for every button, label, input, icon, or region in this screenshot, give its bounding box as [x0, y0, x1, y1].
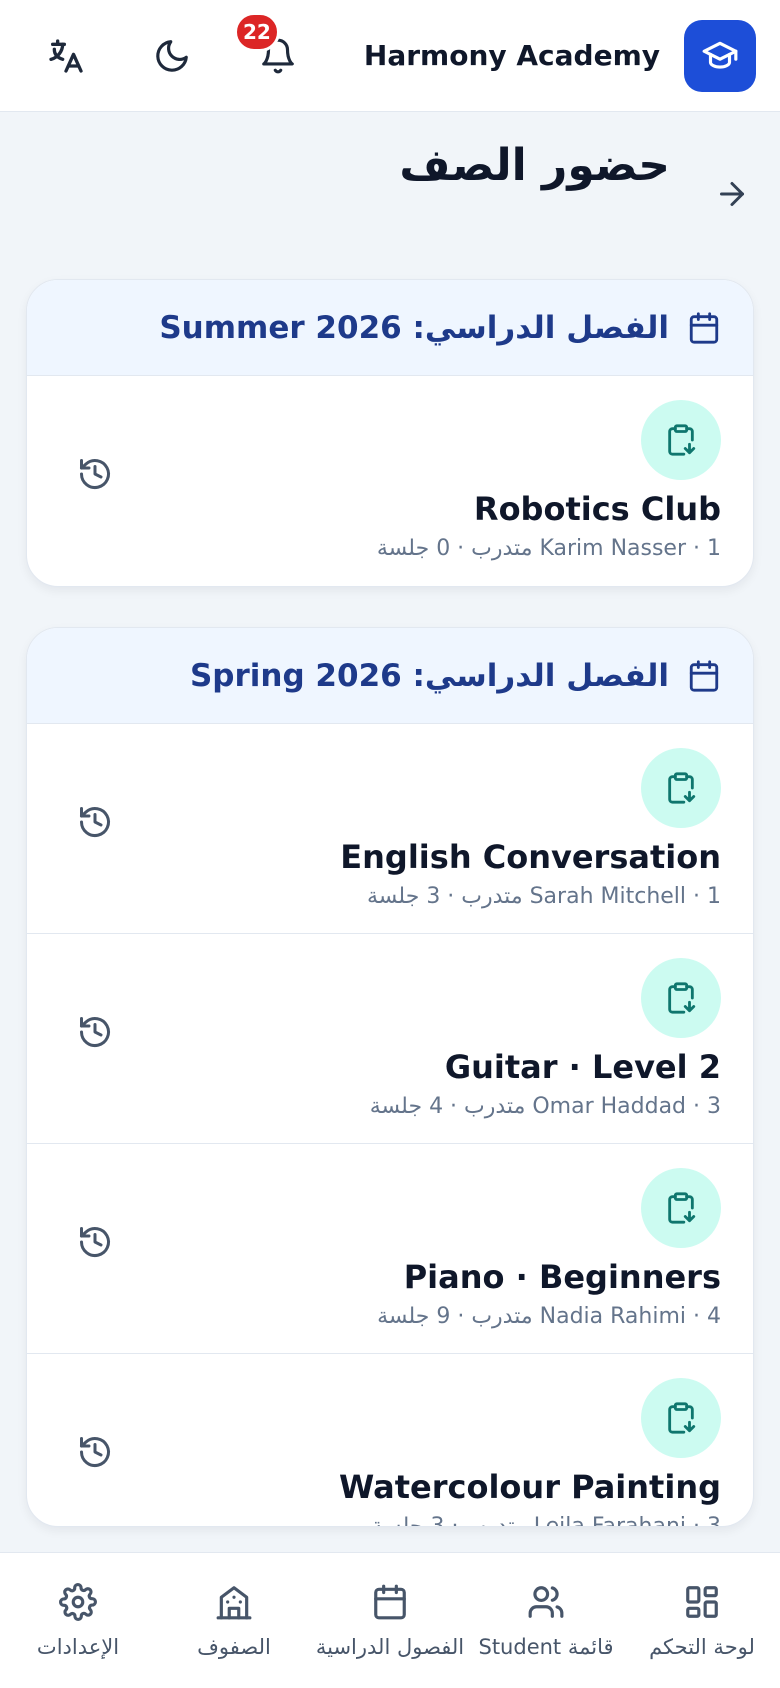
brand-name: Harmony Academy — [363, 39, 660, 72]
class-meta: Karim Nasser · 1 متدرب · 0 جلسة — [376, 536, 721, 561]
calendar-icon — [374, 1584, 406, 1620]
history-icon — [80, 807, 110, 838]
class-row[interactable]: Robotics Club Karim Nasser · 1 متدرب · 0… — [27, 376, 753, 586]
term-header: الفصل الدراسي: Summer 2026 — [27, 280, 753, 376]
calendar-icon — [689, 659, 719, 692]
page-title-row: حضور الصف — [24, 140, 744, 206]
class-row[interactable]: Piano · Beginners Nadia Rahimi · 4 متدرب… — [27, 1144, 753, 1354]
clipboard-icon — [641, 400, 721, 480]
nav-item-dashboard[interactable]: لوحة التحكم — [624, 1583, 780, 1659]
notification-badge: 22 — [234, 11, 280, 52]
clipboard-icon — [641, 748, 721, 828]
nav-label: الصفوف — [197, 1635, 271, 1659]
clipboard-icon — [641, 1378, 721, 1458]
nav-item-settings[interactable]: الإعدادات — [0, 1583, 156, 1659]
theme-toggle-button[interactable] — [146, 30, 198, 82]
arrow-right-icon — [720, 182, 744, 206]
nav-label: الإعدادات — [36, 1635, 120, 1659]
term-header: الفصل الدراسي: Spring 2026 — [27, 628, 753, 724]
notifications-button[interactable]: 22 — [234, 11, 304, 82]
class-meta: Sarah Mitchell · 1 متدرب · 3 جلسة — [367, 884, 721, 909]
nav-label: قائمة Student — [478, 1635, 614, 1659]
class-row[interactable]: English Conversation Sarah Mitchell · 1 … — [27, 724, 753, 934]
class-row[interactable]: Watercolour Painting Leila Farahani · 3 … — [27, 1354, 753, 1527]
nav-label: لوحة التحكم — [649, 1635, 755, 1659]
clipboard-icon — [641, 1168, 721, 1248]
calendar-icon — [689, 311, 719, 344]
history-button[interactable] — [69, 1224, 113, 1268]
nav-item-terms[interactable]: الفصول الدراسية — [312, 1583, 468, 1659]
class-meta: Omar Haddad · 3 متدرب · 4 جلسة — [369, 1094, 721, 1119]
history-button[interactable] — [69, 1014, 113, 1058]
term-card-summer: الفصل الدراسي: Summer 2026 Robotics Club… — [26, 279, 754, 587]
clipboard-icon — [641, 958, 721, 1038]
class-name: Piano · Beginners — [403, 1258, 721, 1296]
history-icon — [80, 459, 110, 490]
class-name: Guitar · Level 2 — [444, 1048, 721, 1086]
page-title: حضور الصف — [399, 140, 670, 191]
brand[interactable]: Harmony Academy — [363, 19, 756, 92]
nav-label: الفصول الدراسية — [315, 1635, 465, 1659]
class-name: Watercolour Painting — [338, 1468, 721, 1506]
graduation-cap-icon — [684, 19, 756, 92]
history-button[interactable] — [69, 456, 113, 500]
gear-icon — [59, 1583, 97, 1621]
term-title: الفصل الدراسي: Summer 2026 — [159, 309, 669, 346]
class-meta: Nadia Rahimi · 4 متدرب · 9 جلسة — [377, 1304, 721, 1329]
bottom-nav: لوحة التحكم قائمة Student الفصول الدراسي… — [0, 1552, 780, 1688]
users-icon — [528, 1586, 564, 1618]
history-icon — [80, 1437, 110, 1468]
nav-item-classes[interactable]: الصفوف — [156, 1583, 312, 1659]
class-name: Robotics Club — [473, 490, 721, 528]
nav-item-students[interactable]: قائمة Student — [468, 1583, 624, 1659]
language-button[interactable] — [40, 30, 92, 82]
back-button[interactable] — [706, 176, 750, 220]
header-actions: 22 — [40, 11, 304, 82]
history-button[interactable] — [69, 1434, 113, 1478]
term-title: الفصل الدراسي: Spring 2026 — [189, 657, 669, 694]
dashboard-icon — [686, 1586, 718, 1618]
moon-icon — [156, 39, 188, 72]
school-icon — [216, 1586, 252, 1620]
class-meta: Leila Farahani · 3 متدرب · 3 جلسة — [371, 1514, 721, 1527]
class-row[interactable]: Guitar · Level 2 Omar Haddad · 3 متدرب ·… — [27, 934, 753, 1144]
history-icon — [80, 1017, 110, 1048]
history-button[interactable] — [69, 804, 113, 848]
term-card-spring: الفصل الدراسي: Spring 2026 English Conve… — [26, 627, 754, 1527]
top-bar: Harmony Academy 22 — [0, 0, 780, 112]
history-icon — [80, 1227, 110, 1258]
class-name: English Conversation — [340, 838, 721, 876]
translate-icon — [49, 38, 83, 73]
